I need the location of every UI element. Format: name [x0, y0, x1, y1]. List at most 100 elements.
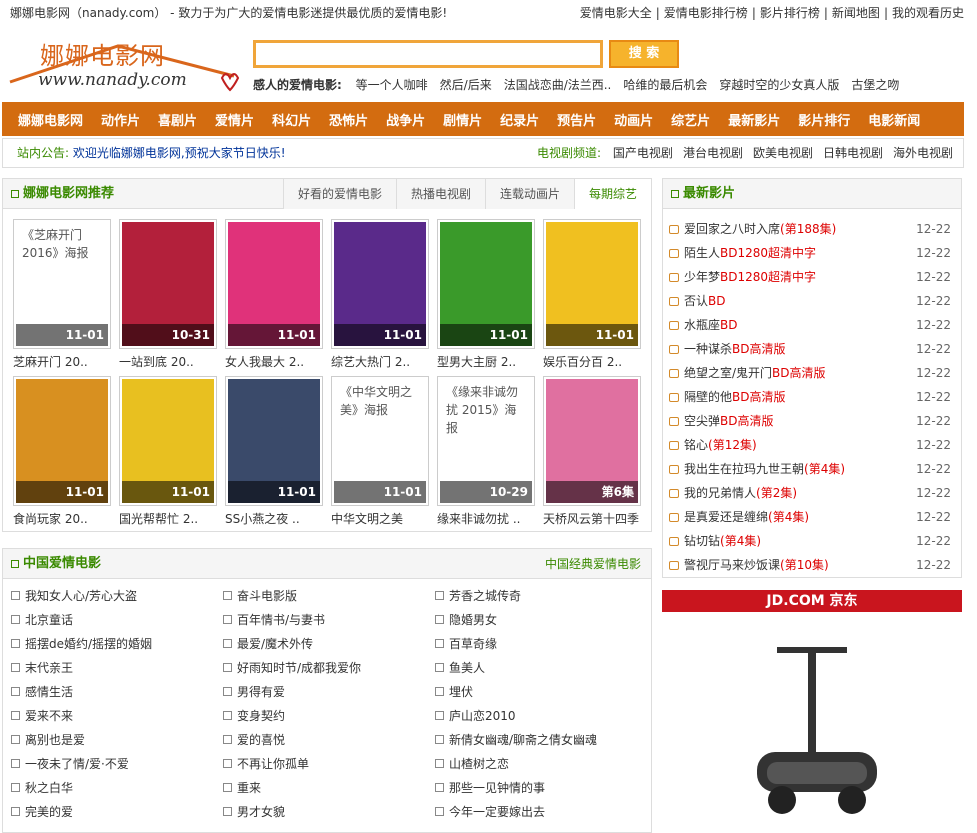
latest-title-text[interactable]: 一种谋杀	[684, 337, 732, 361]
movie-link[interactable]: 男得有爱	[223, 683, 285, 700]
tv-channel-link[interactable]: 港台电视剧	[683, 146, 743, 160]
movie-link[interactable]: 爱的喜悦	[223, 731, 285, 748]
latest-item[interactable]: 水瓶座 BD 12-22	[669, 313, 951, 337]
movie-link[interactable]: 变身契约	[223, 707, 285, 724]
latest-title-text[interactable]: 绝望之室/鬼开门	[684, 361, 772, 385]
show-poster[interactable]: 10-31	[119, 219, 217, 349]
movie-title[interactable]: 秋之白华	[25, 779, 73, 796]
latest-title-text[interactable]: 水瓶座	[684, 313, 720, 337]
movie-title[interactable]: 今年一定要嫁出去	[449, 803, 545, 820]
movie-link[interactable]: 男才女貌	[223, 803, 285, 820]
latest-title-text[interactable]: 否认	[684, 289, 708, 313]
movie-link[interactable]: 奋斗电影版	[223, 587, 297, 604]
movie-link[interactable]: 感情生活	[11, 683, 73, 700]
nav-item[interactable]: 最新影片	[728, 110, 780, 129]
movie-title[interactable]: 重来	[237, 779, 261, 796]
show-poster[interactable]: 11-01	[437, 219, 535, 349]
movie-link[interactable]: 爱来不来	[11, 707, 73, 724]
movie-title[interactable]: 好雨知时节/成都我爱你	[237, 659, 361, 676]
movie-link[interactable]: 北京童话	[11, 611, 73, 628]
latest-item[interactable]: 陌生人 BD1280超清中字 12-22	[669, 241, 951, 265]
latest-item[interactable]: 警视厅马来炒饭课 (第10集) 12-22	[669, 553, 951, 577]
movie-link[interactable]: 秋之白华	[11, 779, 73, 796]
latest-title-text[interactable]: 隔壁的他	[684, 385, 732, 409]
top-link[interactable]: 爱情电影排行榜	[664, 6, 748, 20]
show-poster[interactable]: 《中华文明之美》海报 11-01	[331, 376, 429, 506]
nav-item[interactable]: 剧情片	[443, 110, 482, 129]
latest-title-text[interactable]: 空尖弹	[684, 409, 720, 433]
movie-link[interactable]: 百草奇缘	[435, 635, 497, 652]
nav-item[interactable]: 影片排行	[798, 110, 850, 129]
movie-title[interactable]: 完美的爱	[25, 803, 73, 820]
search-button[interactable]: 搜 索	[609, 40, 679, 68]
movie-title[interactable]: 感情生活	[25, 683, 73, 700]
top-link[interactable]: 我的观看历史	[892, 6, 964, 20]
search-input[interactable]	[253, 40, 603, 68]
top-link[interactable]: 新闻地图	[832, 6, 880, 20]
show-poster[interactable]: 11-01	[331, 219, 429, 349]
latest-title-text[interactable]: 爱回家之八时入席	[684, 217, 780, 241]
movie-link[interactable]: 末代亲王	[11, 659, 73, 676]
hot-keyword-link[interactable]: 等一个人咖啡	[356, 78, 428, 92]
movie-link[interactable]: 山楂树之恋	[435, 755, 509, 772]
show-title-link[interactable]: 缘来非诚勿扰 ..	[437, 510, 547, 527]
tv-channel-link[interactable]: 日韩电视剧	[823, 146, 883, 160]
movie-title[interactable]: 百草奇缘	[449, 635, 497, 652]
recommend-tab[interactable]: 连载动画片	[484, 179, 574, 209]
movie-link[interactable]: 最爱/魔术外传	[223, 635, 313, 652]
nav-item[interactable]: 战争片	[386, 110, 425, 129]
show-poster[interactable]: 11-01	[225, 376, 323, 506]
movie-title[interactable]: 鱼美人	[449, 659, 485, 676]
tv-channel-link[interactable]: 海外电视剧	[893, 146, 953, 160]
nav-item[interactable]: 电影新闻	[868, 110, 920, 129]
movie-link[interactable]: 好雨知时节/成都我爱你	[223, 659, 361, 676]
hot-keyword-link[interactable]: 穿越时空的少女真人版	[719, 78, 839, 92]
latest-item[interactable]: 空尖弹 BD高清版 12-22	[669, 409, 951, 433]
china-more-link[interactable]: 中国经典爱情电影	[545, 549, 641, 579]
nav-item[interactable]: 科幻片	[272, 110, 311, 129]
movie-link[interactable]: 离别也是爱	[11, 731, 85, 748]
show-title-link[interactable]: 国光帮帮忙 2..	[119, 510, 229, 527]
movie-title[interactable]: 爱的喜悦	[237, 731, 285, 748]
show-title-link[interactable]: 综艺大热门 2..	[331, 353, 441, 370]
movie-title[interactable]: 爱来不来	[25, 707, 73, 724]
movie-link[interactable]: 完美的爱	[11, 803, 73, 820]
movie-title[interactable]: 一夜未了情/爱·不爱	[25, 755, 129, 772]
latest-item[interactable]: 爱回家之八时入席 (第188集) 12-22	[669, 217, 951, 241]
notice-text[interactable]: 欢迎光临娜娜电影网,预祝大家节日快乐!	[73, 146, 286, 160]
movie-title[interactable]: 最爱/魔术外传	[237, 635, 313, 652]
nav-item[interactable]: 恐怖片	[329, 110, 368, 129]
movie-link[interactable]: 我知女人心/芳心大盗	[11, 587, 137, 604]
movie-link[interactable]: 埋伏	[435, 683, 473, 700]
show-title-link[interactable]: SS小燕之夜 ..	[225, 510, 335, 527]
movie-title[interactable]: 离别也是爱	[25, 731, 85, 748]
hot-keyword-link[interactable]: 法国战恋曲/法兰西..	[504, 78, 612, 92]
movie-title[interactable]: 男才女貌	[237, 803, 285, 820]
movie-link[interactable]: 今年一定要嫁出去	[435, 803, 545, 820]
hot-keyword-link[interactable]: 古堡之吻	[851, 78, 899, 92]
recommend-tab[interactable]: 每期综艺	[573, 179, 651, 209]
latest-title-text[interactable]: 我出生在拉玛九世王朝	[684, 457, 804, 481]
latest-item[interactable]: 一种谋杀 BD高清版 12-22	[669, 337, 951, 361]
latest-title-text[interactable]: 陌生人	[684, 241, 720, 265]
top-link[interactable]: 影片排行榜	[760, 6, 820, 20]
latest-item[interactable]: 我出生在拉玛九世王朝 (第4集) 12-22	[669, 457, 951, 481]
tv-channel-link[interactable]: 欧美电视剧	[753, 146, 813, 160]
show-title-link[interactable]: 天桥风云第十四季	[543, 510, 653, 527]
movie-link[interactable]: 隐婚男女	[435, 611, 497, 628]
movie-link[interactable]: 新倩女幽魂/聊斋之倩女幽魂	[435, 731, 597, 748]
movie-title[interactable]: 北京童话	[25, 611, 73, 628]
latest-item[interactable]: 是真爱还是缠绵 (第4集) 12-22	[669, 505, 951, 529]
movie-title[interactable]: 那些一见钟情的事	[449, 779, 545, 796]
movie-link[interactable]: 摇摆de婚约/摇摆的婚姻	[11, 635, 152, 652]
show-title-link[interactable]: 中华文明之美	[331, 510, 441, 527]
nav-item[interactable]: 爱情片	[215, 110, 254, 129]
latest-title-text[interactable]: 少年梦	[684, 265, 720, 289]
movie-link[interactable]: 百年情书/与妻书	[223, 611, 325, 628]
movie-title[interactable]: 不再让你孤单	[237, 755, 309, 772]
top-link[interactable]: 爱情电影大全	[580, 6, 652, 20]
movie-title[interactable]: 庐山恋2010	[449, 707, 516, 724]
movie-title[interactable]: 男得有爱	[237, 683, 285, 700]
movie-title[interactable]: 奋斗电影版	[237, 587, 297, 604]
hot-keyword-link[interactable]: 然后/后来	[440, 78, 492, 92]
